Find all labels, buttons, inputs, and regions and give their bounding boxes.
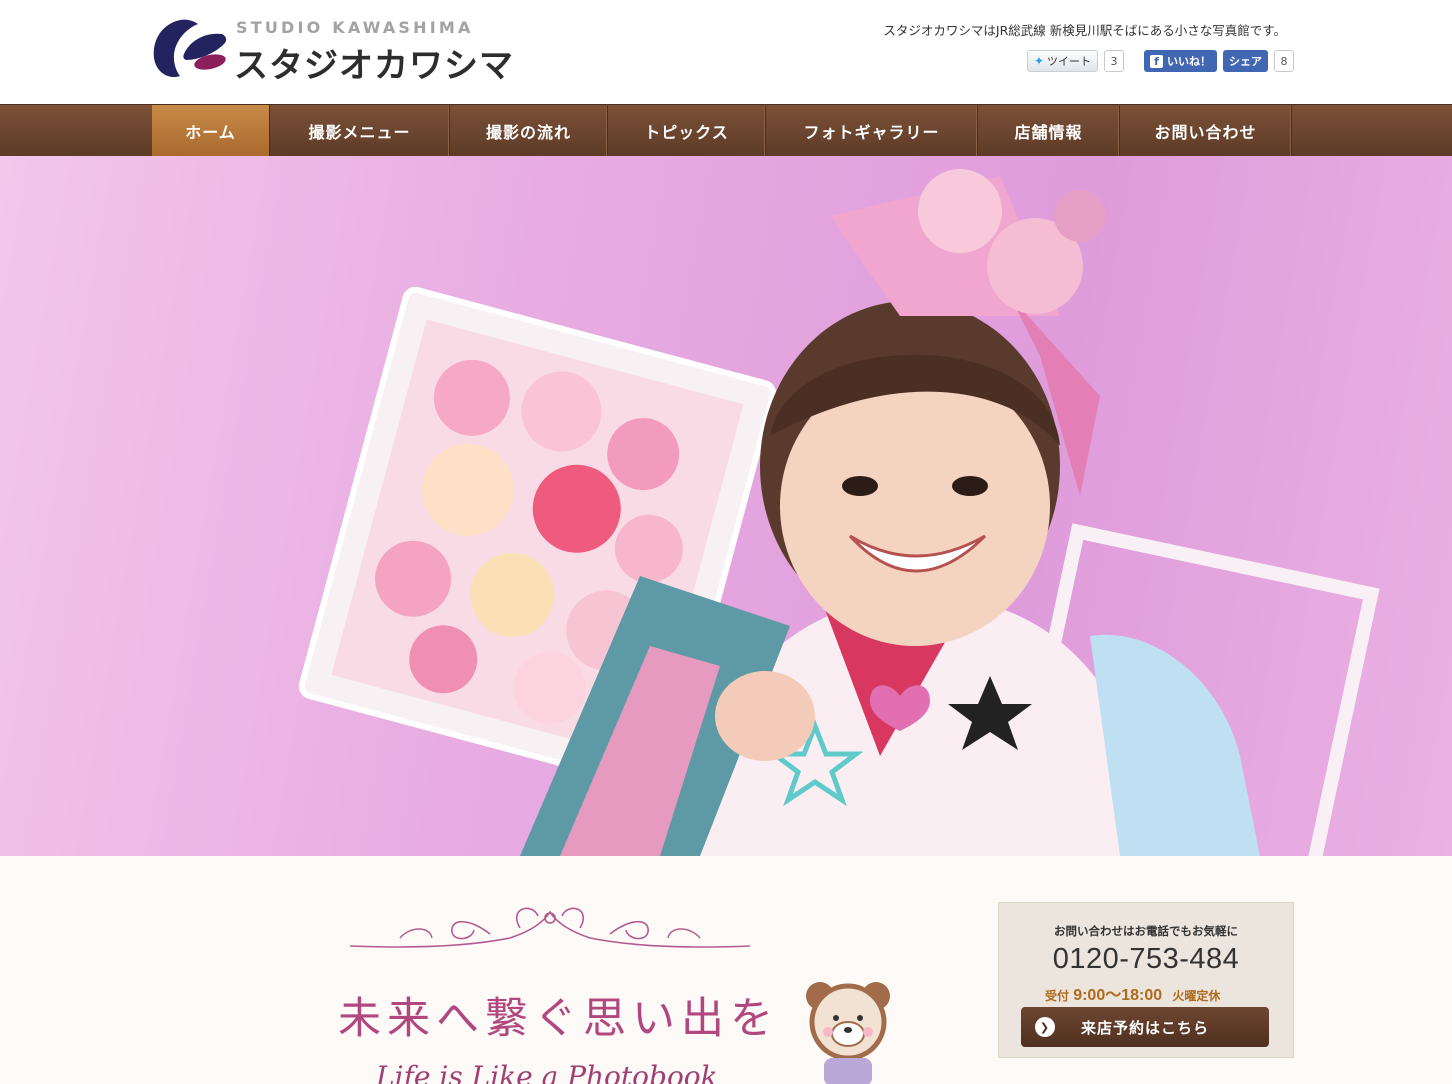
tweet-count: 3 — [1104, 50, 1124, 72]
site-header: STUDIO KAWASHIMA スタジオカワシマ スタジオカワシマはJR総武線… — [0, 0, 1452, 104]
share-label: シェア — [1229, 55, 1262, 68]
logo-japanese-text: スタジオカワシマ — [234, 46, 514, 86]
tweet-label: ツイート — [1047, 55, 1091, 68]
nav-item-gallery[interactable]: フォトギャラリー — [766, 105, 978, 156]
like-label: いいね！ — [1167, 55, 1211, 68]
facebook-like-button[interactable]: f いいね！ — [1144, 50, 1217, 72]
nav-item-contact[interactable]: お問い合わせ — [1120, 105, 1292, 156]
nav-item-topics[interactable]: トピックス — [608, 105, 766, 156]
ornament-divider-icon — [349, 907, 751, 948]
reserve-label: 来店予約はこちら — [1080, 1018, 1209, 1037]
phone-number[interactable]: 0120-753-484 — [999, 943, 1293, 976]
facebook-icon: f — [1150, 54, 1163, 68]
closed-day: 火曜定休 — [1172, 989, 1221, 1003]
contact-heading: お問い合わせはお電話でもお気軽に — [1054, 924, 1238, 938]
tweet-button[interactable]: ✦ ツイート — [1026, 50, 1098, 72]
business-hours: 受付 9:00～18:00 火曜定休 — [1045, 981, 1220, 1005]
main-navigation: ホーム 撮影メニュー 撮影の流れ トピックス フォトギャラリー 店舗情報 お問い… — [0, 104, 1452, 156]
reserve-button[interactable]: ❯ 来店予約はこちら — [1021, 1007, 1269, 1047]
chevron-right-icon: ❯ — [1035, 1017, 1055, 1037]
hero-image — [0, 156, 1452, 856]
hours-label: 受付 — [1045, 989, 1070, 1003]
intro-section: 未来へ繋ぐ思い出を Life is Like a Photobook お問い合わ… — [0, 856, 1452, 1084]
catchphrase-english: Life is Like a Photobook — [376, 1060, 718, 1084]
twitter-bird-icon: ✦ — [1033, 54, 1044, 68]
nav-item-home[interactable]: ホーム — [152, 105, 270, 156]
hero-photo-illustration — [298, 169, 1380, 856]
hours-time: 9:00～18:00 — [1073, 987, 1163, 1004]
social-buttons: ✦ ツイート 3 f いいね！ シェア 8 — [1026, 49, 1294, 73]
facebook-share-button[interactable]: シェア — [1223, 50, 1268, 72]
teddy-bear-icon — [806, 982, 890, 1084]
nav-item-flow[interactable]: 撮影の流れ — [450, 105, 608, 156]
nav-item-menu[interactable]: 撮影メニュー — [270, 105, 450, 156]
catchphrase-japanese: 未来へ繋ぐ思い出を — [338, 994, 779, 1044]
contact-box: お問い合わせはお電話でもお気軽に 0120-753-484 受付 9:00～18… — [998, 902, 1294, 1058]
share-count: 8 — [1274, 50, 1294, 72]
site-logo[interactable]: STUDIO KAWASHIMA スタジオカワシマ — [150, 16, 513, 86]
logo-english-text: STUDIO KAWASHIMA — [236, 18, 474, 37]
nav-item-shop-info[interactable]: 店舗情報 — [978, 105, 1120, 156]
logo-mark-icon — [153, 19, 227, 78]
site-tagline: スタジオカワシマはJR総武線 新検見川駅そばにある小さな写真館です。 — [883, 23, 1286, 38]
